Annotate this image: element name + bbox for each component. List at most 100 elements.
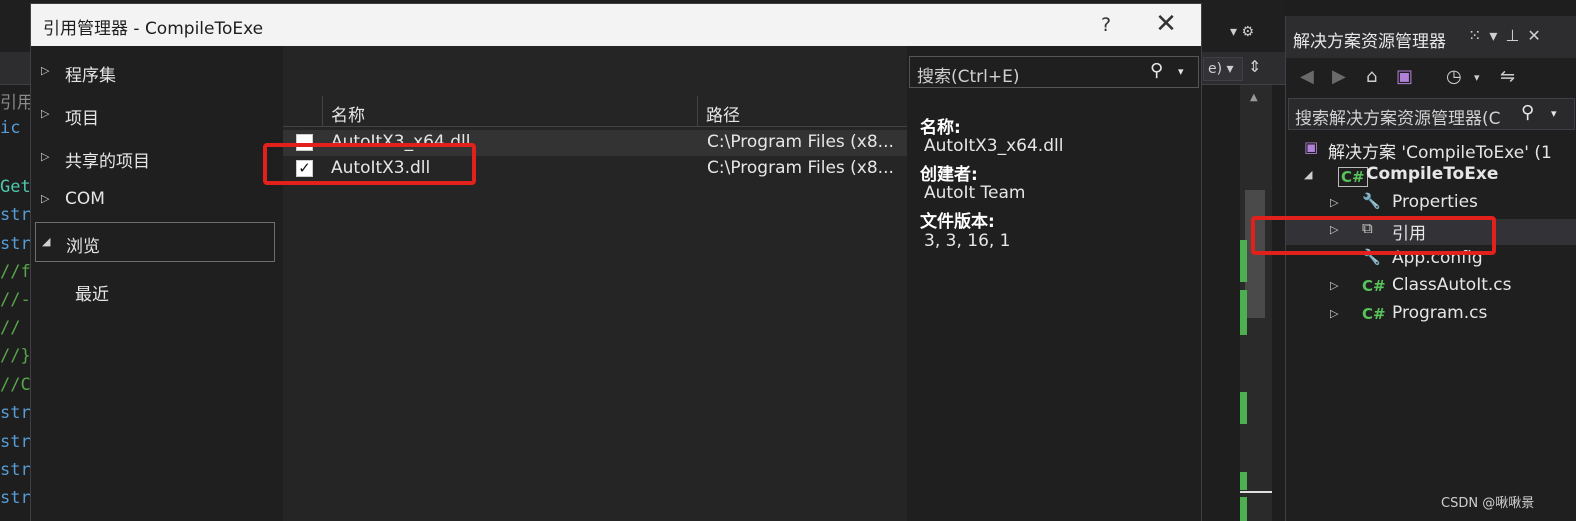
nav-item-projects[interactable]: ▷ 项目 [35,95,275,135]
code-line: str [0,234,30,254]
close-button[interactable]: ✕ [1151,10,1181,40]
change-marker [1240,472,1247,490]
code-line: ic [0,118,21,138]
editor-top-icons[interactable]: ▾ ⚙ [1230,24,1254,40]
dialog-title: 引用管理器 - CompileToExe [43,19,264,39]
highlight-box-checked-reference [263,143,476,185]
code-line: str [0,432,30,452]
scroll-position-marker [1240,491,1272,493]
forward-icon[interactable]: ▶ [1332,66,1346,87]
search-placeholder: 搜索(Ctrl+E) [917,67,1020,87]
home-icon[interactable]: ⌂ [1366,66,1377,87]
search-placeholder: 搜索解决方案资源管理器(C [1295,109,1501,129]
solution-explorer-panel: 解决方案资源管理器 ⁙▾⊥✕ ◀ ▶ ⌂ ▣ ◷ ▾ ⇋ 搜索解决方案资源管理器… [1285,16,1576,521]
drag-grip-icon[interactable]: ⁙ [1468,26,1489,45]
change-marker [1240,497,1247,521]
code-line: Get [0,177,30,197]
change-marker [1240,240,1247,282]
expand-arrow-icon: ▷ [41,107,50,120]
expand-arrow-icon: ▷ [41,150,50,163]
editor-member-dropdown[interactable]: e) ▾ [1203,57,1243,81]
nav-item-label: 程序集 [65,66,116,86]
scroll-up-arrow-icon[interactable]: ▲ [1250,92,1258,103]
code-line: str [0,488,30,508]
expand-arrow-icon: ▷ [41,192,50,205]
watermark: CSDN @啾啾景 [1441,496,1535,511]
solution-explorer-title-bar[interactable]: 解决方案资源管理器 ⁙▾⊥✕ [1286,16,1576,58]
code-line: 引用 [0,93,30,113]
csharp-file-icon: C# [1362,305,1386,323]
help-button[interactable]: ? [1091,10,1121,40]
tree-item-label: 解决方案 'CompileToExe' (1 [1328,143,1552,163]
column-header-path[interactable]: 路径 [698,96,907,127]
collapse-arrow-icon: ◢ [42,235,51,248]
csharp-project-icon: C# [1338,167,1368,187]
detail-version-value: 3, 3, 16, 1 [924,231,1011,251]
detail-name-label: 名称: [920,118,961,138]
expand-arrow-icon[interactable]: ▷ [1330,196,1338,209]
code-editor-gutter[interactable]: 引用 ic Get str str //f //- // //} //C str… [0,85,30,521]
reference-path: C:\Program Files (x8... [707,158,894,178]
reference-category-nav: ▷ 程序集 ▷ 项目 ▷ 共享的项目 ▷ COM ◢ 浏览 最近 [31,46,283,521]
sync-icon[interactable]: ⇋ [1500,66,1515,87]
nav-item-recent[interactable]: 最近 [75,280,109,305]
pin-icon[interactable]: ⊥ [1505,26,1527,45]
nav-item-assemblies[interactable]: ▷ 程序集 [35,52,275,92]
dialog-title-bar[interactable]: 引用管理器 - CompileToExe ? ✕ [31,4,1201,46]
code-line: //f [0,262,30,282]
gear-icon[interactable]: ⚙ [1241,24,1254,40]
column-header-label: 名称 [331,106,365,126]
wrench-icon: 🔧 [1362,192,1381,210]
panel-window-controls[interactable]: ⁙▾⊥✕ [1468,26,1549,45]
tree-item-label: Properties [1392,192,1478,212]
chevron-down-icon[interactable]: ▾ [1551,107,1557,120]
nav-item-label: COM [65,189,105,209]
reference-manager-dialog: 引用管理器 - CompileToExe ? ✕ ▷ 程序集 ▷ 项目 ▷ 共享… [30,3,1202,521]
code-line: str [0,205,30,225]
column-header-name[interactable]: 名称 [323,96,698,127]
reference-details-panel: 名称: AutoItX3_x64.dll 创建者: AutoIt Team 文件… [907,96,1201,521]
change-marker [1240,392,1247,424]
detail-creator-value: AutoIt Team [924,183,1026,203]
tree-item-label: Program.cs [1392,303,1488,323]
back-icon[interactable]: ◀ [1300,66,1314,87]
tree-item-label: CompileToExe [1366,164,1499,184]
history-icon[interactable]: ◷ [1446,66,1462,87]
detail-version-label: 文件版本: [920,212,995,232]
chevron-down-icon[interactable]: ▾ [1474,71,1480,84]
nav-item-shared-projects[interactable]: ▷ 共享的项目 [35,138,275,178]
close-icon[interactable]: ✕ [1527,26,1548,45]
search-icon[interactable]: ⚲ [1150,60,1163,81]
reference-search-input[interactable]: 搜索(Ctrl+E) ⚲ ▾ [909,56,1199,88]
tree-item-label: ClassAutoIt.cs [1392,275,1512,295]
chevron-down-icon[interactable]: ▾ [1489,26,1505,45]
solution-search-input[interactable]: 搜索解决方案资源管理器(C ⚲ ▾ [1288,98,1575,130]
chevron-down-icon[interactable]: ▾ [1178,65,1184,78]
expand-arrow-icon[interactable]: ▷ [1330,307,1338,320]
nav-item-label: 浏览 [66,237,100,257]
nav-item-com[interactable]: ▷ COM [35,180,275,220]
collapse-arrow-icon[interactable]: ◢ [1304,168,1312,181]
nav-item-browse[interactable]: ◢ 浏览 [35,222,275,262]
change-marker [1240,290,1247,335]
reference-list: 名称 路径 AutoItX3_x64.dll C:\Program Files … [283,46,907,521]
expand-arrow-icon: ▷ [41,64,50,77]
nav-item-label: 项目 [65,109,99,129]
code-line: // [0,318,21,338]
nav-item-label: 共享的项目 [65,152,150,172]
code-line: //} [0,346,30,366]
code-line: //C [0,375,30,395]
search-icon[interactable]: ⚲ [1521,102,1534,123]
reference-path: C:\Program Files (x8... [707,132,894,152]
column-header-label: 路径 [706,106,740,126]
detail-creator-label: 创建者: [920,165,978,185]
vs-solution-icon[interactable]: ▣ [1396,66,1413,87]
code-line: str [0,460,30,480]
split-editor-icon[interactable]: ⇕ [1248,57,1261,76]
column-header-check[interactable] [283,96,323,127]
code-line: //- [0,290,30,310]
expand-arrow-icon[interactable]: ▷ [1330,279,1338,292]
detail-name-value: AutoItX3_x64.dll [924,136,1064,156]
editor-dropdown-text: e) [1208,61,1223,77]
solution-explorer-toolbar: ◀ ▶ ⌂ ▣ ◷ ▾ ⇋ [1286,58,1576,96]
